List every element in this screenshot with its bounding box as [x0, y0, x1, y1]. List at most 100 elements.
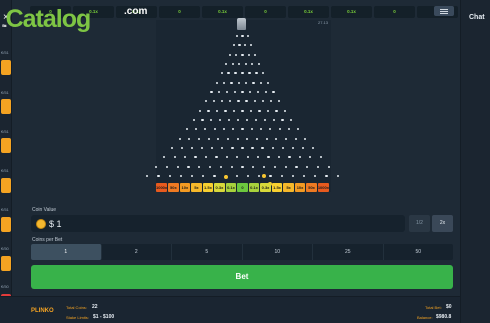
peg [271, 146, 274, 150]
history-item: 0 [159, 6, 200, 18]
coin-value-field[interactable] [31, 215, 405, 232]
history-item: 0.1x [331, 6, 372, 18]
peg [272, 118, 275, 122]
peg [231, 62, 234, 66]
multiplier-slot: 1000x [317, 183, 329, 192]
peg [265, 137, 268, 140]
sidebar-label: €/51 [1, 90, 9, 95]
peg [230, 81, 233, 84]
balance-value: $980.8 [436, 314, 452, 320]
coins-option[interactable]: 10 [243, 244, 313, 260]
peg [249, 109, 253, 112]
bet-button[interactable]: Bet [31, 265, 453, 289]
peg [176, 165, 179, 168]
coin-value-label: Coin Value [32, 207, 57, 213]
sidebar-label: €/51 [1, 168, 9, 173]
peg [198, 109, 202, 112]
ball-dropper [237, 18, 246, 30]
ball [262, 174, 266, 178]
peg [229, 53, 232, 56]
sidebar-tile[interactable] [1, 138, 11, 153]
peg [179, 174, 182, 178]
total-bet-label: Total Bet: [425, 305, 442, 310]
history-bar: 0 0.1x 0.1x 0 0.1x 0 0.1x 0.1x 0 0 [30, 6, 458, 18]
coins-per-bet-selector: 1 2 5 10 25 50 [31, 244, 453, 260]
logo-suffix: .com [124, 6, 148, 17]
logo-part: Catalog [5, 5, 92, 33]
peg [264, 90, 267, 94]
coins-option[interactable]: 50 [384, 244, 454, 260]
peg [259, 81, 262, 84]
peg [291, 174, 294, 178]
game-logo: PLINKO [31, 308, 54, 314]
chat-panel [460, 0, 490, 323]
peg [215, 81, 218, 84]
peg [241, 165, 244, 168]
sidebar-label: €/51 [1, 129, 9, 134]
peg [327, 165, 331, 168]
chat-title: Chat [469, 14, 485, 21]
peg [261, 146, 264, 150]
peg [201, 118, 204, 122]
history-item: 0.1x [202, 6, 243, 18]
peg [251, 146, 254, 150]
multiplier-slot: 0.1x [225, 183, 237, 192]
multiplier-slot: 0.1x [248, 183, 260, 192]
sidebar-tile[interactable] [1, 60, 11, 75]
peg [168, 174, 171, 178]
peg [241, 53, 244, 56]
peg [224, 109, 227, 112]
coins-option[interactable]: 25 [313, 244, 384, 260]
coins-option[interactable]: 5 [172, 244, 243, 260]
multiplier-slot: 50x [168, 183, 179, 192]
peg [219, 165, 222, 168]
multiplier-slot: 1.5x [202, 183, 214, 192]
coin-icon [36, 219, 46, 229]
half-button[interactable]: 1/2 [409, 215, 430, 232]
stake-limits-value: $1 - $100 [93, 314, 115, 320]
peg [241, 146, 244, 150]
sidebar-tile[interactable] [1, 217, 11, 232]
multiplier-slot: 50x [306, 183, 317, 192]
menu-icon [440, 13, 448, 14]
multiplier-slot: 5x [283, 183, 294, 192]
site-logo: SlotCatalog [2, 5, 92, 34]
peg [255, 137, 259, 140]
peg [223, 81, 226, 84]
sidebar-tile[interactable] [1, 178, 11, 193]
peg [233, 90, 236, 94]
peg [241, 109, 244, 112]
history-item: 0 [245, 6, 286, 18]
sidebar-tile[interactable] [1, 99, 11, 114]
peg [281, 118, 284, 122]
sidebar-tile[interactable] [1, 256, 11, 271]
peg [146, 174, 149, 178]
multiplier-slot: 10x [294, 183, 306, 192]
peg [241, 90, 244, 94]
sidebar-label: €/51 [1, 207, 9, 212]
peg [178, 137, 181, 140]
total-coins-value: 22 [92, 304, 98, 310]
coins-option[interactable]: 1 [31, 244, 102, 260]
double-button[interactable]: 2x [432, 215, 453, 232]
stake-limits-label: Stake Limits: [66, 315, 89, 320]
peg [294, 137, 297, 140]
peg [280, 174, 283, 178]
multiplier-slots: 1000x 50x 10x 5x 1.5x 0.3x 0.1x 0 0.1x 0.3x 1.5x 5x… [156, 183, 329, 192]
multiplier-slot: 1.5x [271, 183, 283, 192]
menu-button[interactable] [434, 6, 454, 16]
peg [263, 165, 266, 168]
peg [258, 109, 261, 112]
coins-option[interactable]: 2 [102, 244, 172, 260]
total-bet-value: $0 [446, 304, 452, 310]
sidebar-label: €/51 [1, 50, 9, 55]
sidebar-label: €/50 [1, 284, 9, 289]
peg [252, 81, 255, 84]
sidebar-label: €/50 [1, 246, 9, 251]
peg [263, 118, 266, 122]
multiplier-slot: 10x [179, 183, 191, 192]
peg [244, 62, 247, 66]
history-item: 0.1x [288, 6, 329, 18]
peg [231, 146, 234, 150]
menu-icon [440, 9, 448, 10]
